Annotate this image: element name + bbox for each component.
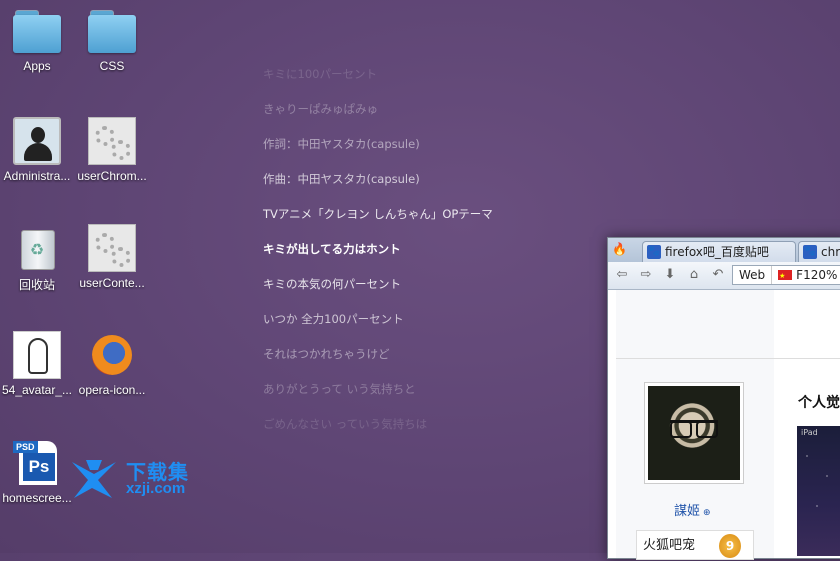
download-arrow-icon bbox=[72, 460, 116, 498]
photoshop-file-icon: PSD Ps bbox=[13, 439, 61, 487]
settings-file-icon bbox=[88, 224, 136, 272]
desktop-icon-label: Apps bbox=[23, 59, 51, 73]
search-engine-label[interactable]: Web bbox=[733, 266, 773, 284]
desktop-icon-usercontent[interactable]: userConte... bbox=[72, 224, 152, 290]
desktop-icon-homescreen[interactable]: PSD Ps homescree... bbox=[0, 439, 77, 505]
desktop-icon-recycle-bin[interactable]: ♻ 回收站 bbox=[0, 224, 77, 293]
lyric-line: TVアニメ「クレヨン しんちゃん」OPテーマ bbox=[263, 207, 493, 221]
browser-window[interactable]: 🔥 🐾 firefox吧_百度贴吧 🐾 chro ⇦ ⇨ ⬇ ⌂ ↶ Web F1… bbox=[607, 237, 840, 560]
desktop-icon-label: 54_avatar_... bbox=[1, 383, 73, 397]
desktop-icon-userchrome[interactable]: userChrom... bbox=[72, 117, 152, 183]
desktop-icon-administrator[interactable]: Administra... bbox=[0, 117, 77, 183]
firefox-menu-icon[interactable]: 🔥 bbox=[612, 242, 632, 258]
page-content: 謀姬 ⊕ 火狐吧宠 9 个人觉 iPad bbox=[608, 290, 840, 560]
address-bar[interactable]: Web F120% bbox=[732, 265, 840, 285]
lyric-line: キミが出してる力はホント bbox=[263, 242, 401, 256]
forum-fan-badge[interactable]: 火狐吧宠 9 bbox=[636, 530, 754, 560]
desktop-icon-opera-icon[interactable]: opera-icon... bbox=[72, 331, 152, 397]
baidu-paw-icon: 🐾 bbox=[803, 245, 817, 259]
folder-icon bbox=[88, 7, 136, 55]
level-badge: 9 bbox=[719, 534, 741, 558]
desktop-icon-label: CSS bbox=[99, 59, 125, 73]
desktop-icon-label: userChrom... bbox=[77, 169, 147, 183]
username-text: 謀姬 bbox=[674, 504, 701, 519]
china-flag-icon bbox=[778, 267, 793, 284]
desktop-icon-css[interactable]: CSS bbox=[72, 7, 152, 73]
forum-fan-label: 火狐吧宠 bbox=[643, 538, 696, 553]
tab-chrome[interactable]: 🐾 chro bbox=[798, 241, 840, 262]
lyrics-overlay: キミに100パーセント きゃりーぱみゅぱみゅ作詞：中田ヤスタカ(capsule) 作… bbox=[263, 66, 493, 451]
desktop-icon-avatar[interactable]: 54_avatar_... bbox=[0, 331, 77, 397]
desktop-icon-label: opera-icon... bbox=[78, 383, 146, 397]
desktop-icon-label: userConte... bbox=[79, 276, 145, 290]
folder-icon bbox=[13, 7, 61, 55]
user-account-icon bbox=[13, 117, 61, 165]
desktop-icon-apps[interactable]: Apps bbox=[0, 7, 77, 73]
tab-bar: 🔥 🐾 firefox吧_百度贴吧 🐾 chro bbox=[608, 238, 840, 262]
navigation-toolbar: ⇦ ⇨ ⬇ ⌂ ↶ Web F120% bbox=[608, 262, 840, 290]
gender-icon: ⊕ bbox=[703, 508, 711, 518]
lyric-line: それはつかれちゃうけど bbox=[263, 347, 390, 361]
recycle-bin-icon: ♻ bbox=[13, 224, 61, 272]
image-file-icon bbox=[13, 331, 61, 379]
lyric-line: いつか 全力100パーセント bbox=[263, 312, 404, 326]
download-icon[interactable]: ⬇ bbox=[660, 266, 680, 284]
desktop-icon-label: Administra... bbox=[3, 169, 71, 183]
baidu-paw-icon: 🐾 bbox=[647, 245, 661, 259]
photo-label: iPad bbox=[801, 428, 818, 437]
tab-label: firefox吧_百度贴吧 bbox=[665, 245, 769, 259]
section-title: 个人觉 bbox=[798, 395, 840, 411]
settings-file-icon bbox=[88, 117, 136, 165]
lyric-line: キミに100パーセント bbox=[263, 67, 377, 81]
preview-photo[interactable]: iPad bbox=[797, 426, 840, 556]
avatar-image bbox=[648, 386, 740, 480]
user-avatar[interactable] bbox=[644, 382, 744, 484]
lyric-line: 作曲：中田ヤスタカ(capsule) bbox=[263, 172, 420, 186]
address-text: F120% bbox=[796, 268, 838, 282]
lyric-line: ありがとうって いう気持ちと bbox=[263, 382, 416, 396]
watermark-logo: 下载集 xzji.com bbox=[68, 456, 218, 502]
divider bbox=[616, 358, 840, 359]
undo-icon[interactable]: ↶ bbox=[708, 266, 728, 284]
tab-firefox-bar[interactable]: 🐾 firefox吧_百度贴吧 bbox=[642, 241, 796, 262]
back-arrow-icon[interactable]: ⇦ bbox=[612, 266, 632, 284]
lyric-line: きゃりーぱみゅぱみゅ bbox=[263, 102, 378, 116]
lyric-line: 作詞：中田ヤスタカ(capsule) bbox=[263, 137, 420, 151]
forward-arrow-icon[interactable]: ⇨ bbox=[636, 266, 656, 284]
tab-label: chro bbox=[821, 245, 840, 259]
lyric-line: ごめんなさい っていう気持ちは bbox=[263, 417, 428, 431]
username-link[interactable]: 謀姬 ⊕ bbox=[674, 500, 711, 519]
desktop-icon-label: homescree... bbox=[2, 491, 72, 505]
watermark-domain: xzji.com bbox=[126, 480, 186, 497]
desktop-icon-label: 回收站 bbox=[18, 278, 55, 292]
home-icon[interactable]: ⌂ bbox=[684, 266, 704, 284]
lyric-line: キミの本気の何パーセント bbox=[263, 277, 401, 291]
firefox-icon bbox=[88, 331, 136, 379]
